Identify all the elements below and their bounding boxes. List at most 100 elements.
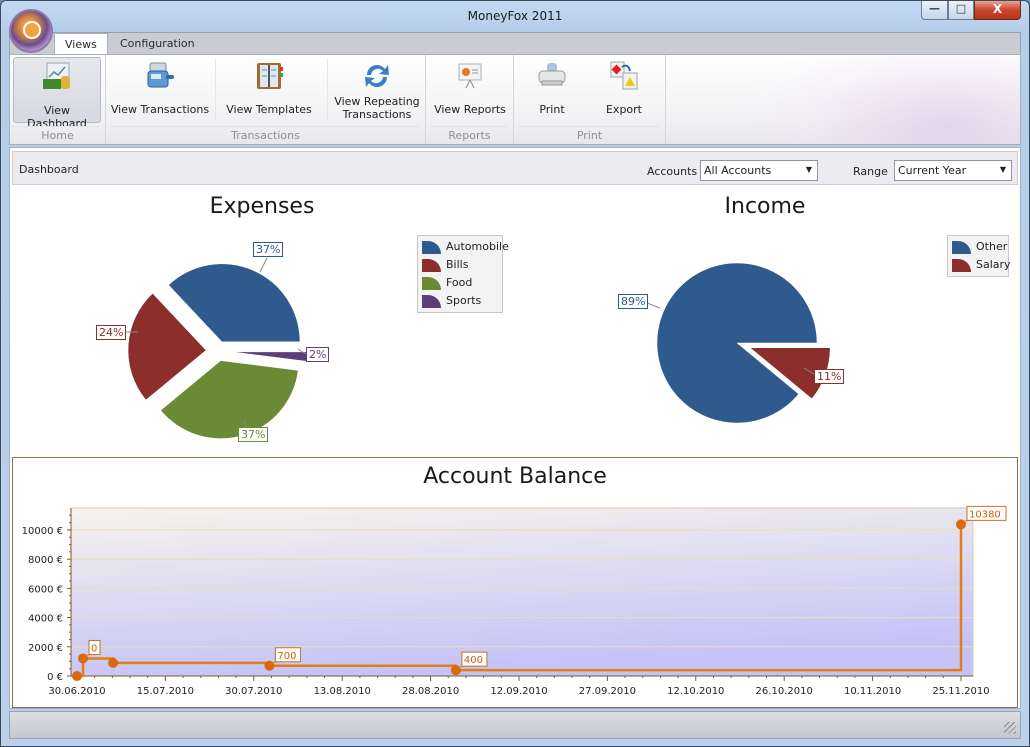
print-button[interactable]: Print [520,57,584,123]
income-chart: Income Other Salary 89% 11% [515,188,1015,456]
export-icon [610,61,638,90]
legend-swatch [422,259,441,272]
pie-slice-food [160,360,299,439]
ribbon-tabs: Views Configuration [9,32,1021,56]
x-tick-label: 26.10.2010 [756,686,813,697]
minimize-button[interactable]: — [921,1,948,20]
x-tick-label: 13.08.2010 [314,686,371,697]
label-line-1: View Repeating [334,95,420,108]
pie-slice-automobile [168,263,301,343]
x-tick-label: 12.09.2010 [490,686,547,697]
pie-label-bills: 24% [96,325,127,340]
group-divider [16,126,99,127]
range-value: Current Year [898,164,967,177]
x-tick-label: 10.11.2010 [844,686,901,697]
view-transactions-label: View Transactions [110,103,210,116]
printer-icon [538,63,566,86]
pie-slice-sports [231,351,311,362]
button-divider [215,59,216,121]
tab-views[interactable]: Views [54,33,108,56]
plot-area [70,507,974,677]
dashboard-content: Dashboard Accounts All Accounts ▼ Range … [9,147,1021,709]
title-bar: MoneyFox 2011 — □ X [1,1,1029,31]
group-print: Print Export Print [514,55,666,144]
maximize-button[interactable]: □ [948,1,974,20]
pie-label-sports: 2% [306,347,330,362]
close-icon: X [992,2,1003,16]
range-dropdown[interactable]: Current Year ▼ [894,160,1012,181]
x-tick-label: 28.08.2010 [402,686,459,697]
data-label: 0 [91,643,97,654]
tab-configuration[interactable]: Configuration [110,33,205,55]
pie-slice-other [656,262,818,424]
maximize-icon: □ [955,2,967,15]
group-reports: View Reports Reports [426,55,514,144]
pie-label-automobile: 37% [253,242,284,257]
status-bar [9,711,1021,739]
group-divider [520,126,659,127]
label-line-2: Transactions [342,108,412,121]
legend-item-food: Food [422,274,498,292]
data-point[interactable] [108,657,119,668]
view-repeating-transactions-button[interactable]: View Repeating Transactions [331,57,423,123]
export-button[interactable]: Export [592,57,656,123]
x-tick-label: 25.11.2010 [932,686,989,697]
accounts-dropdown[interactable]: All Accounts ▼ [700,160,818,181]
legend-swatch [952,241,971,254]
pie-label-salary: 11% [814,369,845,384]
export-label: Export [605,103,642,116]
data-label: 700 [277,651,296,662]
expenses-pie [120,257,311,439]
expenses-legend: Automobile Bills Food Sports [417,235,509,313]
application-menu-button[interactable] [9,9,53,53]
legend-item-salary: Salary [952,256,1011,274]
y-tick-label: 0 € [47,672,63,683]
view-repeating-transactions-label: View Repeating Transactions [331,95,423,121]
legend-swatch [952,259,971,272]
legend-item-bills: Bills [422,256,498,274]
view-reports-button[interactable]: View Reports [430,57,510,123]
income-pie [641,262,831,424]
view-dashboard-button[interactable]: View Dashboard [13,57,101,130]
resize-grip-icon[interactable] [1004,722,1016,734]
print-label: Print [539,103,565,116]
group-home: View Dashboard Home [10,55,106,144]
data-label: 10380 [969,509,1001,520]
group-label-print: Print [576,129,603,142]
legend-swatch [422,295,441,308]
window-title: MoneyFox 2011 [467,9,563,23]
y-tick-label: 6000 € [28,584,63,595]
group-divider [432,126,507,127]
data-label: 400 [464,655,483,666]
group-label-reports: Reports [448,129,491,142]
label-connector [259,257,268,273]
button-divider [327,59,328,121]
group-label-transactions: Transactions [231,129,300,142]
binder-icon [257,63,283,89]
y-tick-label: 2000 € [28,643,63,654]
group-transactions: View Transactions View Templates View Re… [106,55,426,144]
x-tick-label: 12.10.2010 [667,686,724,697]
view-templates-button[interactable]: View Templates [219,57,319,123]
legend-label: Automobile [446,240,509,253]
account-balance-chart: Account Balance 0 €2000 €4000 €6000 €800… [12,457,1018,708]
legend-label: Food [446,276,473,289]
legend-item-sports: Sports [422,292,498,310]
close-button[interactable]: X [974,1,1021,20]
y-tick-label: 10000 € [22,526,63,537]
x-tick-label: 30.06.2010 [48,686,105,697]
app-window: MoneyFox 2011 — □ X Views Configuration … [0,0,1030,747]
legend-item-other: Other [952,238,1007,256]
accounts-value: All Accounts [704,164,772,177]
x-tick-label: 30.07.2010 [225,686,282,697]
legend-item-automobile: Automobile [422,238,509,256]
range-label: Range [853,165,888,178]
y-tick-label: 4000 € [28,614,63,625]
presentation-chart-icon [458,63,482,89]
data-point[interactable] [72,671,82,681]
chevron-down-icon: ▼ [999,165,1006,174]
view-transactions-button[interactable]: View Transactions [110,57,210,123]
ribbon: View Dashboard Home View Transactions Vi… [9,54,1021,145]
accounts-label: Accounts [647,165,698,178]
ribbon-background-decoration [730,55,1020,144]
